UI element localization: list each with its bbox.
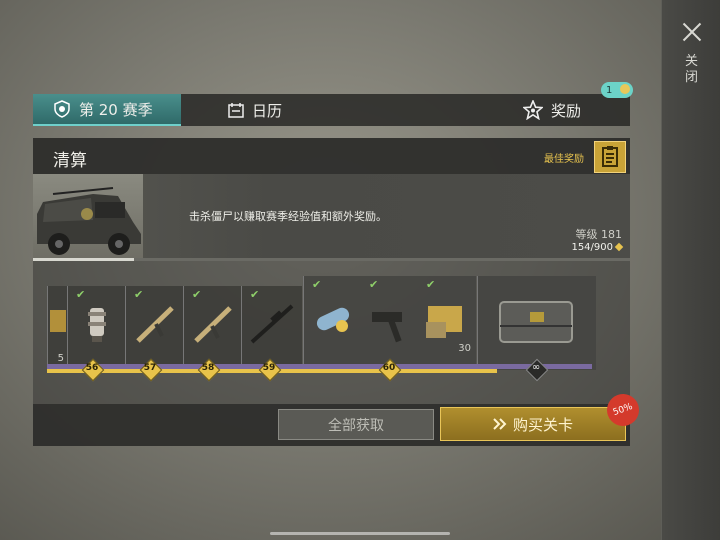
level-number: 60	[382, 363, 396, 373]
rewards-badge: 1	[601, 82, 633, 98]
reward-card-57[interactable]: ✔	[125, 286, 183, 370]
tab-season-label: 第 20 赛季	[79, 100, 153, 119]
buy-pass-label: 购买关卡	[512, 415, 573, 434]
armored-truck-icon	[37, 187, 141, 255]
xp-progress-bar	[33, 258, 630, 261]
tab-calendar[interactable]: 日历	[228, 94, 282, 126]
clipboard-button[interactable]	[594, 141, 626, 173]
level-number: 56	[85, 363, 99, 373]
infinite-label: ∞	[531, 362, 541, 373]
claim-all-button[interactable]: 全部获取	[278, 409, 434, 440]
rewards-badge-count: 1	[606, 84, 613, 96]
close-icon[interactable]	[680, 20, 704, 44]
season-panel: 清算 最佳奖励 击杀僵尸以赚取赛季经验值和额外奖励。 等级 181 154/90…	[33, 138, 644, 446]
reward-qty: 30	[458, 343, 471, 354]
weapon-case-icon	[499, 301, 573, 343]
check-icon: ✔	[192, 288, 202, 301]
close-label[interactable]: 关闭	[685, 54, 701, 86]
buy-pass-button[interactable]: 购买关卡	[440, 407, 626, 441]
season-shield-icon	[54, 100, 70, 118]
clipboard-icon	[602, 146, 618, 167]
banner-description: 击杀僵尸以赚取赛季经验值和额外奖励。	[189, 210, 387, 223]
level-label: 等级 181	[575, 228, 623, 241]
xp-value: 154/900	[571, 242, 613, 253]
fuel-canister-icon	[316, 307, 350, 332]
calendar-icon	[228, 103, 244, 118]
smg-icon	[372, 312, 402, 343]
action-bar: 全部获取 购买关卡 50%	[33, 389, 644, 446]
level-number: 58	[201, 363, 215, 373]
tab-calendar-label: 日历	[252, 101, 283, 120]
tab-rewards[interactable]: 奖励	[523, 94, 581, 126]
xp-label: 154/900	[571, 242, 624, 253]
panel-header: 清算 最佳奖励	[33, 138, 630, 174]
tab-bar: 第 20 赛季 日历 奖励 1	[33, 82, 633, 126]
level-number: 59	[262, 363, 276, 373]
check-icon: ✔	[250, 288, 260, 301]
coin-icon	[620, 84, 630, 94]
xp-progress-fill	[33, 258, 135, 261]
reward-card-58[interactable]: ✔	[183, 286, 241, 370]
check-icon: ✔	[76, 288, 86, 301]
crate-icon	[50, 310, 66, 332]
level-number: 57	[143, 363, 157, 373]
tab-season[interactable]: 第 20 赛季	[33, 94, 181, 126]
reward-card-infinite[interactable]	[477, 276, 596, 370]
star-icon	[523, 100, 543, 120]
reward-card-partial[interactable]: 5	[47, 286, 68, 370]
reward-card-56[interactable]: ✔	[67, 286, 125, 370]
truck-image	[33, 174, 143, 260]
reward-qty: 5	[57, 353, 64, 364]
season-banner: 击杀僵尸以赚取赛季经验值和额外奖励。 等级 181 154/900	[33, 174, 630, 260]
best-reward-label[interactable]: 最佳奖励	[544, 150, 584, 165]
xp-diamond-icon	[614, 242, 624, 252]
home-indicator	[270, 532, 450, 535]
check-icon: ✔	[134, 288, 144, 301]
double-chevron-icon	[493, 418, 507, 430]
panel-title: 清算	[53, 151, 87, 171]
reward-card-60[interactable]: ✔ ✔ ✔ 30	[303, 276, 476, 370]
reward-track[interactable]: 5 ✔ ✔ ✔ ✔ ✔ ✔ ✔ 30 56 57 58 59 60 ∞	[47, 276, 617, 386]
reward-card-59[interactable]: ✔	[241, 286, 302, 370]
tab-rewards-label: 奖励	[551, 101, 582, 120]
